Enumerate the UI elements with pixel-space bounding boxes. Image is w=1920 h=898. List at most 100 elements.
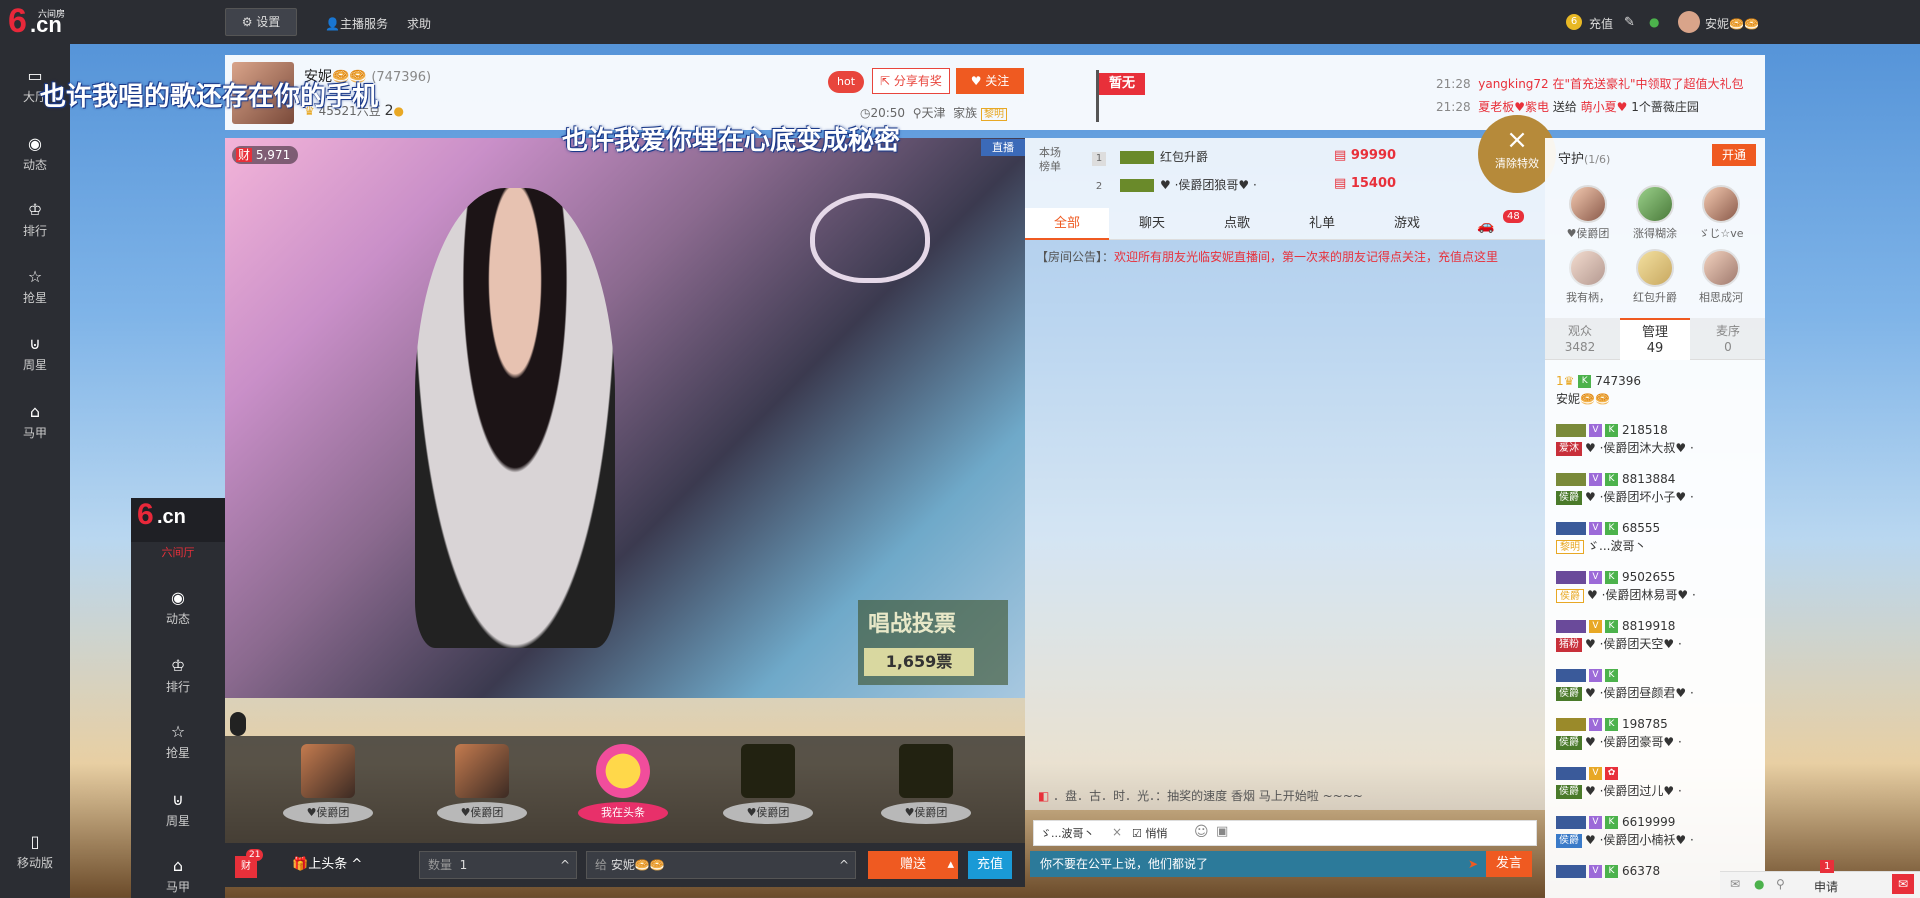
overlay-nav-feed[interactable]: ◉ 动态: [131, 580, 225, 636]
nav-feed[interactable]: ◉ 动态: [0, 126, 70, 182]
notice-user[interactable]: 夏老板♥紫电: [1478, 100, 1549, 114]
follow-button[interactable]: ♥ 关注: [956, 68, 1024, 94]
mic-icon[interactable]: [230, 712, 246, 736]
guard-item[interactable]: 我有柄，: [1557, 249, 1619, 305]
user-list-item[interactable]: V K 8819918 猪粉 ♥ ·侯爵团天空♥ ·: [1556, 617, 1682, 653]
help-link[interactable]: 求助: [407, 15, 431, 32]
host-service-link[interactable]: 👤主播服务: [325, 15, 388, 32]
overlay-nav-vest[interactable]: ⌂ 马甲: [131, 848, 225, 898]
recipient-field[interactable]: 给 安妮🥯🥯 ^: [586, 851, 856, 879]
send-icon[interactable]: ➤: [1468, 851, 1478, 877]
flag-banner[interactable]: 暂无: [1099, 73, 1145, 95]
user-list-item[interactable]: V K 9502655 侯爵 ♥ ·侯爵团林易哥♥ ·: [1556, 568, 1696, 604]
user-list-item[interactable]: V K 68555 黎明 ゞ...波哥丶: [1556, 519, 1660, 555]
user-name: ♥ ·侯爵团天空♥ ·: [1585, 637, 1682, 651]
user-list-item[interactable]: V K 侯爵 ♥ ·侯爵团昼颜君♥ ·: [1556, 666, 1694, 702]
share-label: 分享有奖: [893, 74, 942, 88]
give-button[interactable]: 赠送 ▴: [868, 851, 958, 879]
guard-avatar: [1636, 185, 1674, 223]
family-badge[interactable]: 黎明: [981, 108, 1008, 121]
nav-label: 马甲: [165, 880, 190, 894]
nav-rank[interactable]: ♔ 排行: [0, 192, 70, 248]
guard-item[interactable]: ♥侯爵团: [1557, 185, 1619, 241]
user-tag: 侯爵: [1556, 833, 1582, 848]
guard-item[interactable]: 红包升爵: [1624, 249, 1686, 305]
user-list-item[interactable]: 1♛ K 747396 安妮🥯🥯: [1556, 372, 1641, 408]
top-bar: 6 六间房 .cn ⚙ 设置 👤主播服务 求助 6 充值 ✎ ● 安妮🥯🥯: [0, 0, 1920, 44]
headline-button[interactable]: 🎁上头条 ^: [292, 851, 362, 879]
guard-item[interactable]: ゞじ☆ve: [1690, 185, 1752, 241]
chat-target[interactable]: ゞ...波哥丶: [1040, 825, 1110, 843]
apply-link[interactable]: 申请: [1814, 878, 1838, 895]
nav-vest[interactable]: ⌂ 马甲: [0, 394, 70, 450]
gift-item-headline[interactable]: 我在头条: [575, 744, 671, 840]
user-name: ♥ ·侯爵团过儿♥ ·: [1585, 784, 1682, 798]
emoji-icon[interactable]: ☺: [1194, 824, 1209, 840]
tab-audience[interactable]: 观众 3482: [1545, 318, 1615, 360]
message-icon[interactable]: ✉: [1892, 874, 1914, 894]
user-list-item[interactable]: V K 218518 爱沐 ♥ ·侯爵团沐大叔♥ ·: [1556, 421, 1694, 457]
level-badge: [1556, 424, 1586, 437]
open-guard-button[interactable]: 开通: [1712, 144, 1756, 166]
post-button[interactable]: 发言: [1486, 851, 1532, 877]
gift-item[interactable]: ♥侯爵团: [878, 744, 974, 840]
user-list-item[interactable]: V K 8813884 侯爵 ♥ ·侯爵团坏小子♥ ·: [1556, 470, 1694, 506]
quantity-field[interactable]: 数量 1 ^: [419, 851, 577, 879]
share-button[interactable]: ⇱ 分享有奖: [872, 68, 950, 94]
charge-button[interactable]: 充值: [968, 851, 1012, 879]
user-list-item[interactable]: V K 6619999 侯爵 ♥ ·侯爵团小楠袄♥ ·: [1556, 813, 1694, 849]
guard-item[interactable]: 相思成河: [1690, 249, 1752, 305]
image-icon[interactable]: ▣: [1216, 824, 1228, 839]
user-list-item[interactable]: V K 198785 侯爵 ♥ ·侯爵团豪哥♥ ·: [1556, 715, 1682, 751]
overlay-nav-star[interactable]: ☆ 抢星: [131, 714, 225, 770]
tab-mic-queue[interactable]: 麦序 0: [1693, 318, 1763, 360]
gift-name: 我在头条: [578, 802, 668, 824]
tab-song[interactable]: 点歌: [1195, 208, 1279, 240]
close-icon[interactable]: ×: [1112, 825, 1122, 839]
level-badge: [1556, 473, 1586, 486]
gift-item[interactable]: ♥侯爵团: [720, 744, 816, 840]
tab-chat[interactable]: 聊天: [1110, 208, 1194, 240]
v-badge: V: [1589, 620, 1602, 633]
username[interactable]: 安妮🥯🥯: [1705, 15, 1759, 32]
announce-text[interactable]: 欢迎所有朋友光临安妮直播间，第一次来的朋友记得点关注，充值点这里: [1114, 250, 1498, 264]
tab-all[interactable]: 全部: [1025, 208, 1109, 240]
user-list-item[interactable]: V K 66378: [1556, 862, 1660, 880]
star-icon: ☆: [27, 267, 43, 286]
recharge-link[interactable]: 充值: [1589, 15, 1613, 32]
edit-icon[interactable]: ✎: [1624, 15, 1635, 30]
vote-widget[interactable]: 唱战投票 1,659票: [858, 600, 1008, 685]
car-icon[interactable]: 🚗: [1477, 218, 1494, 234]
gift-item[interactable]: ♥侯爵团: [280, 744, 376, 840]
k-badge: K: [1605, 816, 1618, 829]
notice-to[interactable]: 萌小夏♥: [1581, 100, 1628, 114]
site-logo[interactable]: 6 六间房 .cn: [8, 2, 70, 40]
check-icon[interactable]: ●: [1754, 877, 1764, 891]
nav-star[interactable]: ☆ 抢星: [0, 259, 70, 315]
settings-button[interactable]: ⚙ 设置: [225, 8, 297, 36]
to-value: 安妮🥯🥯: [610, 858, 665, 872]
notice-user[interactable]: yangking72: [1478, 77, 1548, 91]
mail-icon[interactable]: ✉: [1730, 877, 1740, 891]
guard-item[interactable]: 涨得糊涂: [1624, 185, 1686, 241]
nav-mobile[interactable]: ▯ 移动版: [0, 824, 70, 880]
search-icon[interactable]: ⚲: [1776, 877, 1785, 891]
nav-label: 排行: [22, 224, 47, 238]
tab-gift-list[interactable]: 礼单: [1280, 208, 1364, 240]
compass-icon: ◉: [28, 134, 42, 153]
nav-weekly-star[interactable]: ⊍ 周星: [0, 326, 70, 382]
gift-item[interactable]: ♥侯爵团: [434, 744, 530, 840]
user-avatar[interactable]: [1678, 11, 1700, 33]
level-badge: [1556, 865, 1586, 878]
chat-input[interactable]: 你不要在公平上说，他们都说了 ➤: [1030, 851, 1486, 877]
caret-up-icon[interactable]: ▴: [947, 851, 954, 879]
user-list-item[interactable]: V ✿ 侯爵 ♥ ·侯爵团过儿♥ ·: [1556, 764, 1682, 800]
overlay-nav-rank[interactable]: ♔ 排行: [131, 648, 225, 704]
private-checkbox[interactable]: ☑ 悄悄: [1132, 825, 1167, 841]
hot-badge[interactable]: hot: [828, 71, 865, 93]
overlay-nav-weekly[interactable]: ⊍ 周星: [131, 782, 225, 838]
user-line-1: V K 68555: [1556, 519, 1660, 537]
user-tag: 侯爵: [1556, 490, 1582, 505]
tab-admin[interactable]: 管理 49: [1620, 318, 1690, 360]
tab-game[interactable]: 游戏: [1365, 208, 1449, 240]
